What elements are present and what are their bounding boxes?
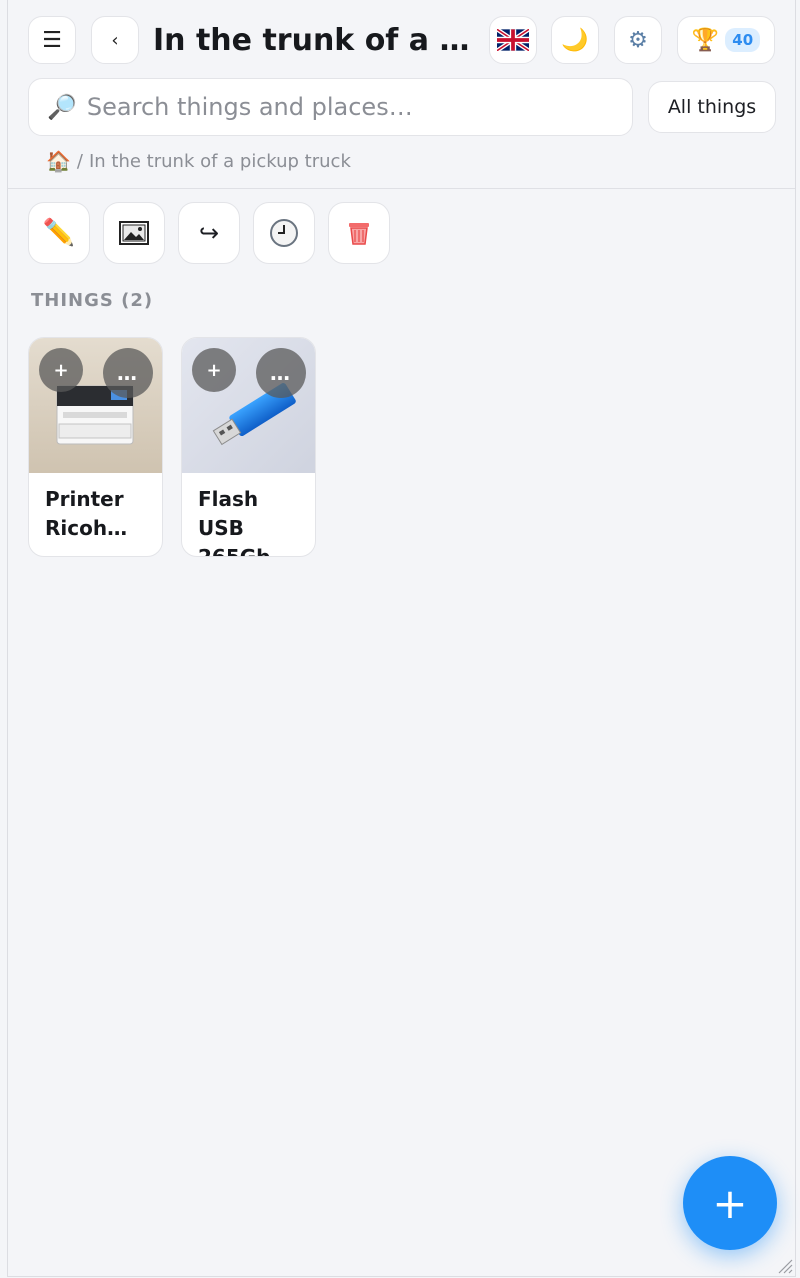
pencil-icon: ✏️ — [42, 218, 76, 248]
breadcrumb-current: In the trunk of a pickup truck — [88, 150, 351, 172]
breadcrumb: 🏠 / In the trunk of a pickup truck — [46, 147, 351, 175]
more-options-button[interactable]: … — [256, 348, 306, 398]
delete-button[interactable] — [328, 202, 390, 264]
all-things-filter-button[interactable]: All things — [648, 81, 776, 133]
trophy-icon: 🏆 — [691, 27, 720, 53]
gear-icon: ⚙ — [628, 27, 648, 53]
add-to-thing-button[interactable]: + — [39, 348, 83, 392]
add-to-thing-button[interactable]: + — [192, 348, 236, 392]
trophy-count-badge: 40 — [725, 28, 761, 52]
more-options-button[interactable]: … — [103, 348, 153, 398]
clock-icon — [270, 219, 298, 247]
language-button[interactable] — [489, 16, 537, 64]
photo-button[interactable] — [103, 202, 165, 264]
thing-card[interactable]: + … Flash USB 265Gb… — [181, 337, 316, 557]
history-button[interactable] — [253, 202, 315, 264]
theme-toggle-button[interactable]: 🌙 — [551, 16, 599, 64]
page-title: In the trunk of a pickup truck — [153, 23, 473, 58]
thing-name: Flash USB 265Gb… — [198, 487, 291, 557]
thing-card[interactable]: + … Printer Ricoh… — [28, 337, 163, 557]
picture-icon — [119, 221, 149, 245]
menu-button[interactable]: ☰ — [28, 16, 76, 64]
search-input[interactable] — [84, 92, 609, 122]
moon-icon: 🌙 — [561, 27, 589, 53]
app-frame: ☰ ‹ In the trunk of a pickup truck 🌙 ⚙ 🏆… — [7, 0, 796, 1277]
hamburger-icon: ☰ — [42, 27, 62, 53]
things-section-title: THINGS (2) — [31, 290, 154, 311]
breadcrumb-separator: / — [76, 150, 83, 172]
home-icon[interactable]: 🏠 — [46, 149, 71, 173]
achievements-button[interactable]: 🏆 40 — [677, 16, 775, 64]
top-bar: ☰ ‹ In the trunk of a pickup truck 🌙 ⚙ 🏆… — [8, 0, 795, 189]
move-arrow-icon: ↪ — [198, 219, 220, 247]
chevron-left-icon: ‹ — [111, 29, 119, 51]
add-thing-fab[interactable]: + — [683, 1156, 777, 1250]
trash-icon — [349, 223, 369, 245]
back-button[interactable]: ‹ — [91, 16, 139, 64]
uk-flag-icon — [497, 29, 529, 51]
search-icon: 🔎 — [47, 93, 77, 121]
search-bar[interactable]: 🔎 — [28, 78, 633, 136]
move-button[interactable]: ↪ — [178, 202, 240, 264]
thing-name: Printer Ricoh… — [45, 487, 128, 540]
edit-button[interactable]: ✏️ — [28, 202, 90, 264]
resize-handle-icon[interactable] — [775, 1256, 793, 1274]
settings-button[interactable]: ⚙ — [614, 16, 662, 64]
